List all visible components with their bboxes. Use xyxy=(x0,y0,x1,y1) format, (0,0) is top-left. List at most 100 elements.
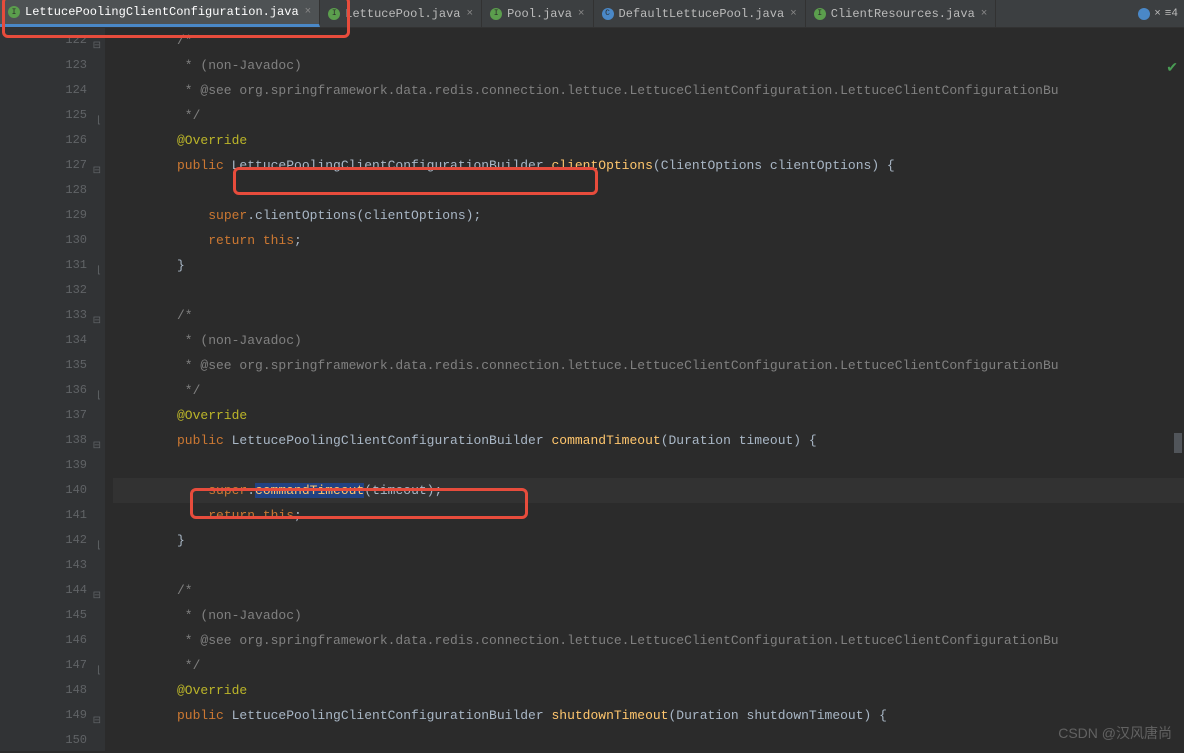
line-number: 139 xyxy=(0,453,87,478)
code-line[interactable]: * (non-Javadoc) xyxy=(113,328,1184,353)
interface-icon: I xyxy=(490,8,502,20)
line-number: 132 xyxy=(0,278,87,303)
code-line[interactable]: public LettucePoolingClientConfiguration… xyxy=(113,428,1184,453)
line-number: 148 xyxy=(0,678,87,703)
line-number: 127⊟o↑ @ xyxy=(0,153,87,178)
fold-icon[interactable]: ⊟ xyxy=(93,434,101,459)
close-icon[interactable]: × xyxy=(1154,8,1161,20)
code-line[interactable]: /* xyxy=(113,578,1184,603)
line-number: 126 xyxy=(0,128,87,153)
code-line[interactable]: return this; xyxy=(113,503,1184,528)
fold-icon[interactable]: ⌊ xyxy=(97,259,101,284)
code-line[interactable] xyxy=(113,178,1184,203)
code-line[interactable]: return this; xyxy=(113,228,1184,253)
fold-icon[interactable]: ⊟ xyxy=(93,309,101,334)
code-line[interactable]: } xyxy=(113,528,1184,553)
line-number: 137 xyxy=(0,403,87,428)
close-icon[interactable]: × xyxy=(466,8,473,20)
line-number: 130 xyxy=(0,228,87,253)
line-number: 138⊟o↑ @ xyxy=(0,428,87,453)
line-number: 144⊟ xyxy=(0,578,87,603)
line-number: 129 xyxy=(0,203,87,228)
line-number: 128 xyxy=(0,178,87,203)
code-line[interactable]: * (non-Javadoc) xyxy=(113,53,1184,78)
line-number: 140 xyxy=(0,478,87,503)
tab-overflow[interactable]: × ≡4 xyxy=(1132,8,1184,20)
fold-icon[interactable]: ⌊ xyxy=(97,659,101,684)
line-number: 143 xyxy=(0,553,87,578)
line-number: 141 xyxy=(0,503,87,528)
inspection-check-icon[interactable]: ✔ xyxy=(1166,60,1178,77)
fold-icon[interactable]: ⌊ xyxy=(97,384,101,409)
fold-icon[interactable]: ⊟ xyxy=(93,34,101,59)
fold-icon[interactable]: ⊟ xyxy=(93,159,101,184)
tab-4[interactable]: I ClientResources.java × xyxy=(806,0,997,27)
gutter: 122⊟123124125⌊126127⊟o↑ @128129130131⌊13… xyxy=(0,28,105,751)
tab-label: DefaultLettucePool.java xyxy=(619,7,785,21)
code-line[interactable]: } xyxy=(113,253,1184,278)
code-line[interactable] xyxy=(113,278,1184,303)
interface-icon: I xyxy=(8,6,20,18)
code-line[interactable]: @Override xyxy=(113,403,1184,428)
code-line[interactable]: public LettucePoolingClientConfiguration… xyxy=(113,703,1184,728)
fold-icon[interactable]: ⌊ xyxy=(97,534,101,559)
code-line[interactable]: */ xyxy=(113,653,1184,678)
code-line[interactable]: */ xyxy=(113,378,1184,403)
code-line[interactable] xyxy=(113,553,1184,578)
line-number: 134 xyxy=(0,328,87,353)
code-line[interactable]: */ xyxy=(113,103,1184,128)
code-line[interactable]: /* xyxy=(113,28,1184,53)
code-line[interactable]: @Override xyxy=(113,678,1184,703)
class-icon: C xyxy=(602,8,614,20)
code-line[interactable]: * @see org.springframework.data.redis.co… xyxy=(113,78,1184,103)
close-icon[interactable]: × xyxy=(790,8,797,20)
interface-icon: I xyxy=(328,8,340,20)
overflow-count: ≡4 xyxy=(1165,8,1178,20)
fold-icon[interactable]: ⊟ xyxy=(93,709,101,734)
code-line[interactable]: public LettucePoolingClientConfiguration… xyxy=(113,153,1184,178)
tab-label: Pool.java xyxy=(507,7,572,21)
code-line[interactable]: /* xyxy=(113,303,1184,328)
code-line[interactable] xyxy=(113,728,1184,751)
line-number: 133⊟ xyxy=(0,303,87,328)
close-icon[interactable]: × xyxy=(981,8,988,20)
code-line[interactable]: super.commandTimeout(timeout); xyxy=(113,478,1184,503)
line-number: 149⊟o↑ @ xyxy=(0,703,87,728)
tab-label: LettucePool.java xyxy=(345,7,460,21)
watermark: CSDN @汉风唐尚 xyxy=(1058,723,1172,743)
code-line[interactable]: * (non-Javadoc) xyxy=(113,603,1184,628)
tab-1[interactable]: I LettucePool.java × xyxy=(320,0,482,27)
tab-label: ClientResources.java xyxy=(831,7,975,21)
tab-0[interactable]: I LettucePoolingClientConfiguration.java × xyxy=(0,0,320,27)
close-icon[interactable]: × xyxy=(578,8,585,20)
line-number: 145 xyxy=(0,603,87,628)
line-number: 125⌊ xyxy=(0,103,87,128)
code-area[interactable]: /* * (non-Javadoc) * @see org.springfram… xyxy=(105,28,1184,751)
line-number: 150 xyxy=(0,728,87,753)
editor-tabs: I LettucePoolingClientConfiguration.java ×… xyxy=(0,0,1184,28)
tab-label: LettucePoolingClientConfiguration.java xyxy=(25,5,299,19)
code-line[interactable] xyxy=(113,453,1184,478)
tab-2[interactable]: I Pool.java × xyxy=(482,0,593,27)
line-number: 146 xyxy=(0,628,87,653)
scroll-marker xyxy=(1174,433,1182,453)
code-line[interactable]: * @see org.springframework.data.redis.co… xyxy=(113,628,1184,653)
line-number: 122⊟ xyxy=(0,28,87,53)
fold-icon[interactable]: ⊟ xyxy=(93,584,101,609)
line-number: 147⌊ xyxy=(0,653,87,678)
interface-icon: I xyxy=(814,8,826,20)
code-line[interactable]: * @see org.springframework.data.redis.co… xyxy=(113,353,1184,378)
line-number: 142⌊ xyxy=(0,528,87,553)
line-number: 131⌊ xyxy=(0,253,87,278)
code-editor[interactable]: 122⊟123124125⌊126127⊟o↑ @128129130131⌊13… xyxy=(0,28,1184,751)
tab-3[interactable]: C DefaultLettucePool.java × xyxy=(594,0,806,27)
line-number: 136⌊ xyxy=(0,378,87,403)
code-line[interactable]: super.clientOptions(clientOptions); xyxy=(113,203,1184,228)
class-icon xyxy=(1138,8,1150,20)
code-line[interactable]: @Override xyxy=(113,128,1184,153)
line-number: 124 xyxy=(0,78,87,103)
line-number: 123 xyxy=(0,53,87,78)
line-number: 135 xyxy=(0,353,87,378)
fold-icon[interactable]: ⌊ xyxy=(97,109,101,134)
close-icon[interactable]: × xyxy=(305,6,312,18)
